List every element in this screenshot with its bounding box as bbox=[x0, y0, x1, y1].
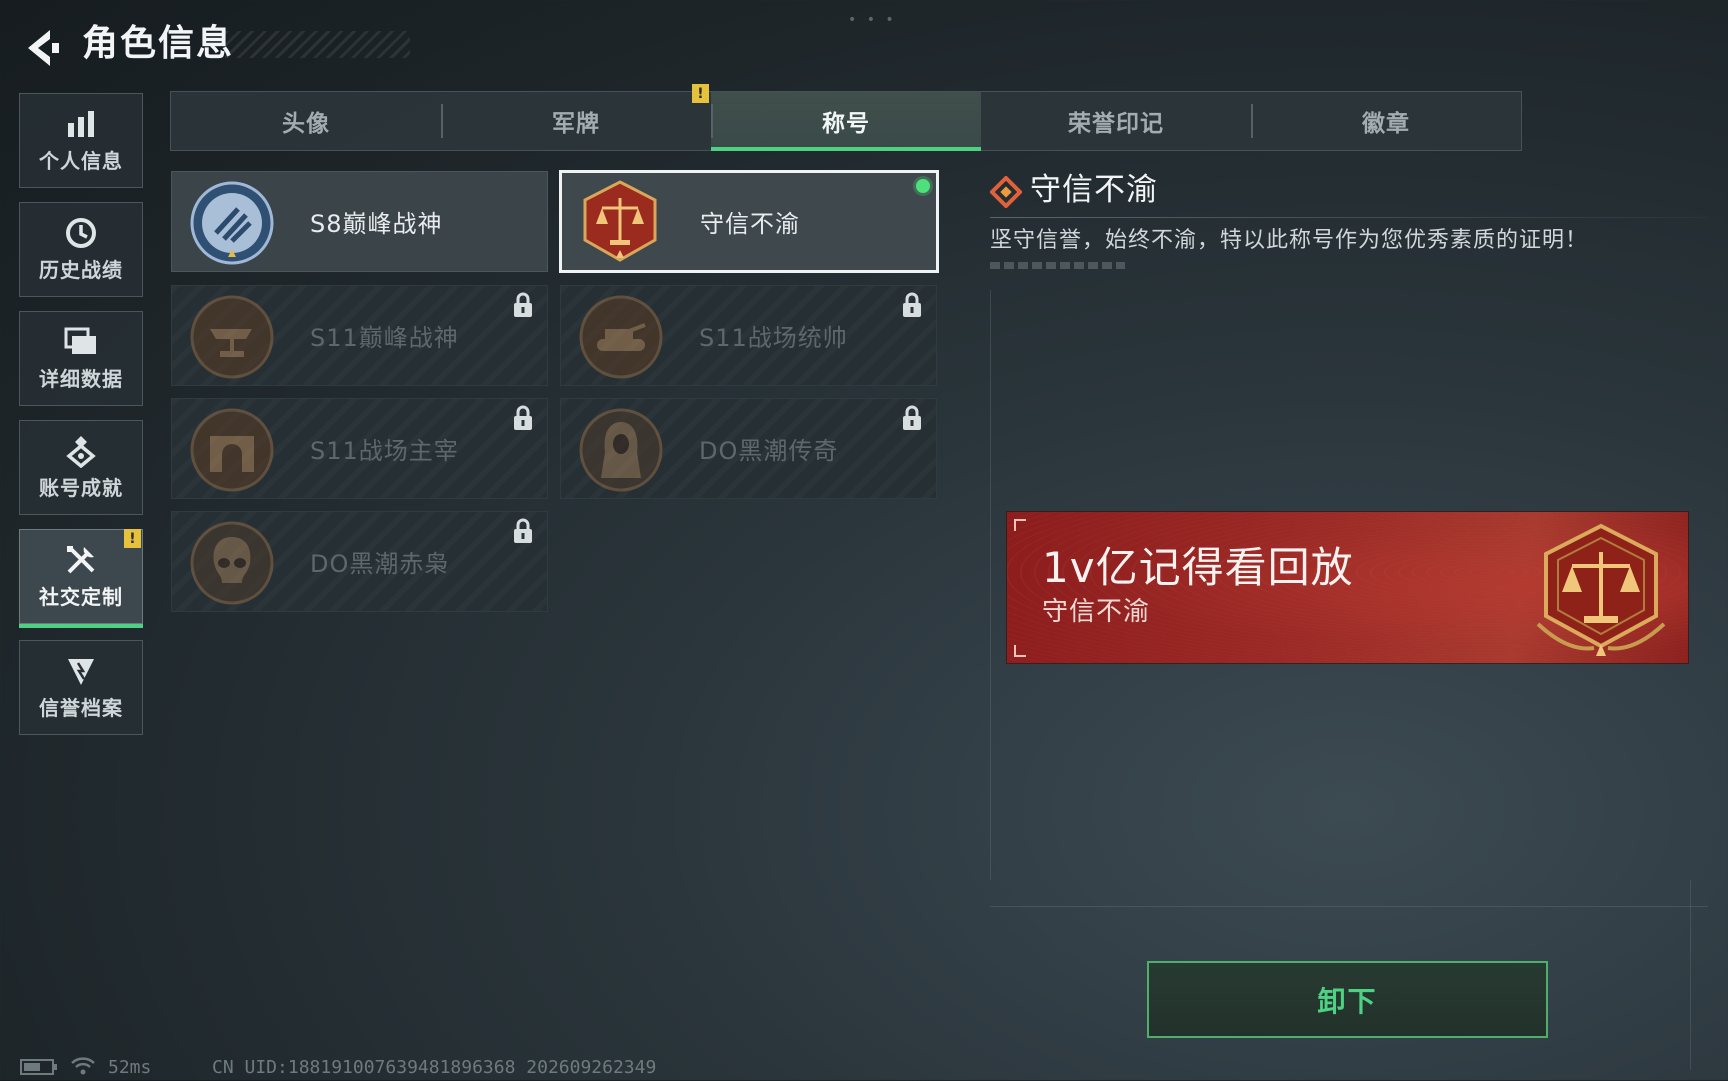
tools-icon bbox=[64, 543, 98, 577]
lock-icon bbox=[902, 292, 922, 318]
banner-player-name: 1v亿记得看回放 bbox=[1042, 543, 1354, 592]
frame-line bbox=[1690, 880, 1691, 1070]
sidebar-item-label: 个人信息 bbox=[39, 149, 123, 173]
warning-badge-icon: ! bbox=[124, 529, 141, 548]
tab-bar: 头像 军牌 称号 荣誉印记 徽章 bbox=[170, 91, 1522, 151]
lock-icon bbox=[513, 292, 533, 318]
tab-avatar[interactable]: 头像 bbox=[171, 92, 441, 150]
sidebar-item-label: 账号成就 bbox=[39, 476, 123, 500]
anvil-medal-icon bbox=[190, 295, 274, 379]
justice-scale-medal-icon bbox=[1528, 520, 1674, 660]
title-name: S8巅峰战神 bbox=[310, 210, 443, 238]
detail-description: 坚守信誉，始终不渝，特以此称号作为您优秀素质的证明！ bbox=[990, 228, 1589, 253]
title-card-locked[interactable]: DO黑潮赤枭 bbox=[171, 511, 548, 612]
warning-badge-icon: ! bbox=[692, 84, 709, 103]
frame-line bbox=[990, 290, 991, 880]
title-card-selected[interactable]: 守信不渝 bbox=[559, 170, 939, 273]
sidebar-item-label: 信誉档案 bbox=[39, 696, 123, 720]
sidebar-item-history[interactable]: 历史战绩 bbox=[19, 202, 143, 297]
sidebar-item-label: 历史战绩 bbox=[39, 258, 123, 282]
justice-scale-medal-icon bbox=[578, 180, 662, 264]
back-arrow-icon[interactable] bbox=[18, 26, 62, 70]
title-card-locked[interactable]: DO黑潮传奇 bbox=[560, 398, 937, 499]
banner-corner bbox=[1014, 519, 1026, 531]
uid-text: CN UID:1881910076394818963​68 2026092623… bbox=[212, 1057, 657, 1078]
sidebar-item-detailed-data[interactable]: 详细数据 bbox=[19, 311, 143, 406]
ping-text: 52ms bbox=[108, 1057, 152, 1078]
tab-dog-tag[interactable]: 军牌 bbox=[441, 92, 711, 150]
battery-icon bbox=[20, 1058, 58, 1081]
sidebar-item-personal-info[interactable]: 个人信息 bbox=[19, 93, 143, 188]
frame-line bbox=[990, 906, 1708, 907]
equipped-indicator-icon bbox=[916, 179, 930, 193]
sidebar-item-achievements[interactable]: 账号成就 bbox=[19, 420, 143, 515]
banner-title-name: 守信不渝 bbox=[1042, 597, 1151, 627]
sidebar-item-label: 社交定制 bbox=[39, 585, 123, 609]
top-handle-dots: • • • bbox=[848, 12, 897, 28]
unequip-label: 卸下 bbox=[1317, 984, 1378, 1018]
skull-medal-icon bbox=[190, 521, 274, 605]
title-card[interactable]: S8巅峰战神 bbox=[171, 171, 548, 272]
divider bbox=[990, 217, 1708, 218]
title-name: 守信不渝 bbox=[700, 210, 800, 238]
bar-chart-icon bbox=[64, 107, 98, 141]
title-card-locked[interactable]: S11战场统帅 bbox=[560, 285, 937, 386]
lock-icon bbox=[513, 405, 533, 431]
page-title: 角色信息 bbox=[82, 23, 235, 64]
banner-corner bbox=[1014, 645, 1026, 657]
tank-medal-icon bbox=[579, 295, 663, 379]
arch-medal-icon bbox=[190, 408, 274, 492]
hooded-figure-medal-icon bbox=[579, 408, 663, 492]
sidebar-item-label: 详细数据 bbox=[39, 367, 123, 391]
title-card-locked[interactable]: S11巅峰战神 bbox=[171, 285, 548, 386]
title-name: DO黑潮传奇 bbox=[699, 437, 839, 465]
lock-icon bbox=[513, 518, 533, 544]
shield-icon bbox=[64, 654, 98, 688]
folder-icon bbox=[64, 325, 98, 359]
title-decoration bbox=[225, 31, 410, 58]
title-name: S11战场统帅 bbox=[699, 324, 848, 352]
s8-peak-medal-icon bbox=[190, 181, 274, 265]
title-name: S11巅峰战神 bbox=[310, 324, 459, 352]
tab-honor-mark[interactable]: 荣誉印记 bbox=[981, 92, 1251, 150]
lock-icon bbox=[902, 405, 922, 431]
sidebar-item-reputation[interactable]: 信誉档案 bbox=[19, 640, 143, 735]
title-name: DO黑潮赤枭 bbox=[310, 550, 450, 578]
title-card-locked[interactable]: S11战场主宰 bbox=[171, 398, 548, 499]
unequip-button[interactable]: 卸下 bbox=[1147, 961, 1548, 1038]
decorative-text-strip bbox=[990, 262, 1125, 269]
tab-badge[interactable]: 徽章 bbox=[1251, 92, 1521, 150]
tab-title[interactable]: 称号 bbox=[711, 92, 981, 151]
diamond-marker-icon bbox=[989, 175, 1023, 209]
clock-icon bbox=[64, 216, 98, 250]
title-name: S11战场主宰 bbox=[310, 437, 459, 465]
wifi-icon bbox=[70, 1056, 96, 1081]
achievement-icon bbox=[64, 434, 98, 468]
detail-title: 守信不渝 bbox=[1030, 172, 1158, 208]
